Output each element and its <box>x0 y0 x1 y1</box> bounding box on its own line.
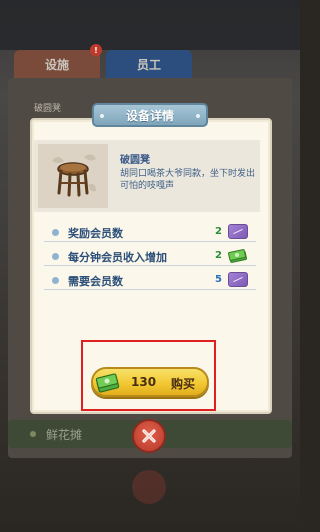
stool-icon <box>38 144 108 208</box>
buy-button[interactable]: 130 购买 <box>91 367 209 397</box>
close-icon <box>142 429 156 443</box>
ticket-icon <box>228 224 248 239</box>
bullet-icon <box>52 229 59 236</box>
close-button-shadow <box>132 470 166 504</box>
notification-badge: ! <box>90 44 102 56</box>
cash-icon <box>95 371 123 395</box>
stat-value: 2 <box>215 226 222 237</box>
tab-facilities[interactable]: 设施 <box>14 50 100 78</box>
tab-label: 设施 <box>44 57 69 72</box>
tab-label: 员工 <box>136 57 161 72</box>
bullet-icon <box>52 277 59 284</box>
stat-label: 每分钟会员收入增加 <box>68 251 167 264</box>
buy-price: 130 <box>131 375 157 389</box>
tab-bar: 设施 员工 ! <box>8 44 292 80</box>
stat-label: 奖励会员数 <box>68 227 123 240</box>
ticket-icon <box>228 272 248 287</box>
stat-label: 需要会员数 <box>68 275 123 288</box>
stat-value: 2 <box>215 250 222 261</box>
facility-list-item-label: 鲜花摊 <box>46 427 83 442</box>
dialog-title: 设备详情 <box>92 103 208 127</box>
close-button[interactable] <box>132 419 166 453</box>
stat-row-income-per-minute: 每分钟会员收入增加 2 <box>44 248 256 266</box>
bullet-icon <box>52 253 59 260</box>
buy-label: 购买 <box>171 377 196 391</box>
top-bar <box>0 0 300 50</box>
stat-row-reward-members: 奖励会员数 2 <box>44 224 256 242</box>
cash-icon <box>228 248 248 263</box>
item-name: 破圆凳 <box>120 155 150 166</box>
facility-list-item-label: 破圆凳 <box>34 104 62 114</box>
stat-value: 5 <box>215 274 222 285</box>
item-description: 胡同口喝茶大爷同款，坐下时发出可怕的吱嘎声 <box>120 169 256 191</box>
stat-row-required-members: 需要会员数 5 <box>44 272 256 290</box>
tab-staff[interactable]: 员工 <box>106 50 192 78</box>
bullet-icon <box>30 431 36 437</box>
